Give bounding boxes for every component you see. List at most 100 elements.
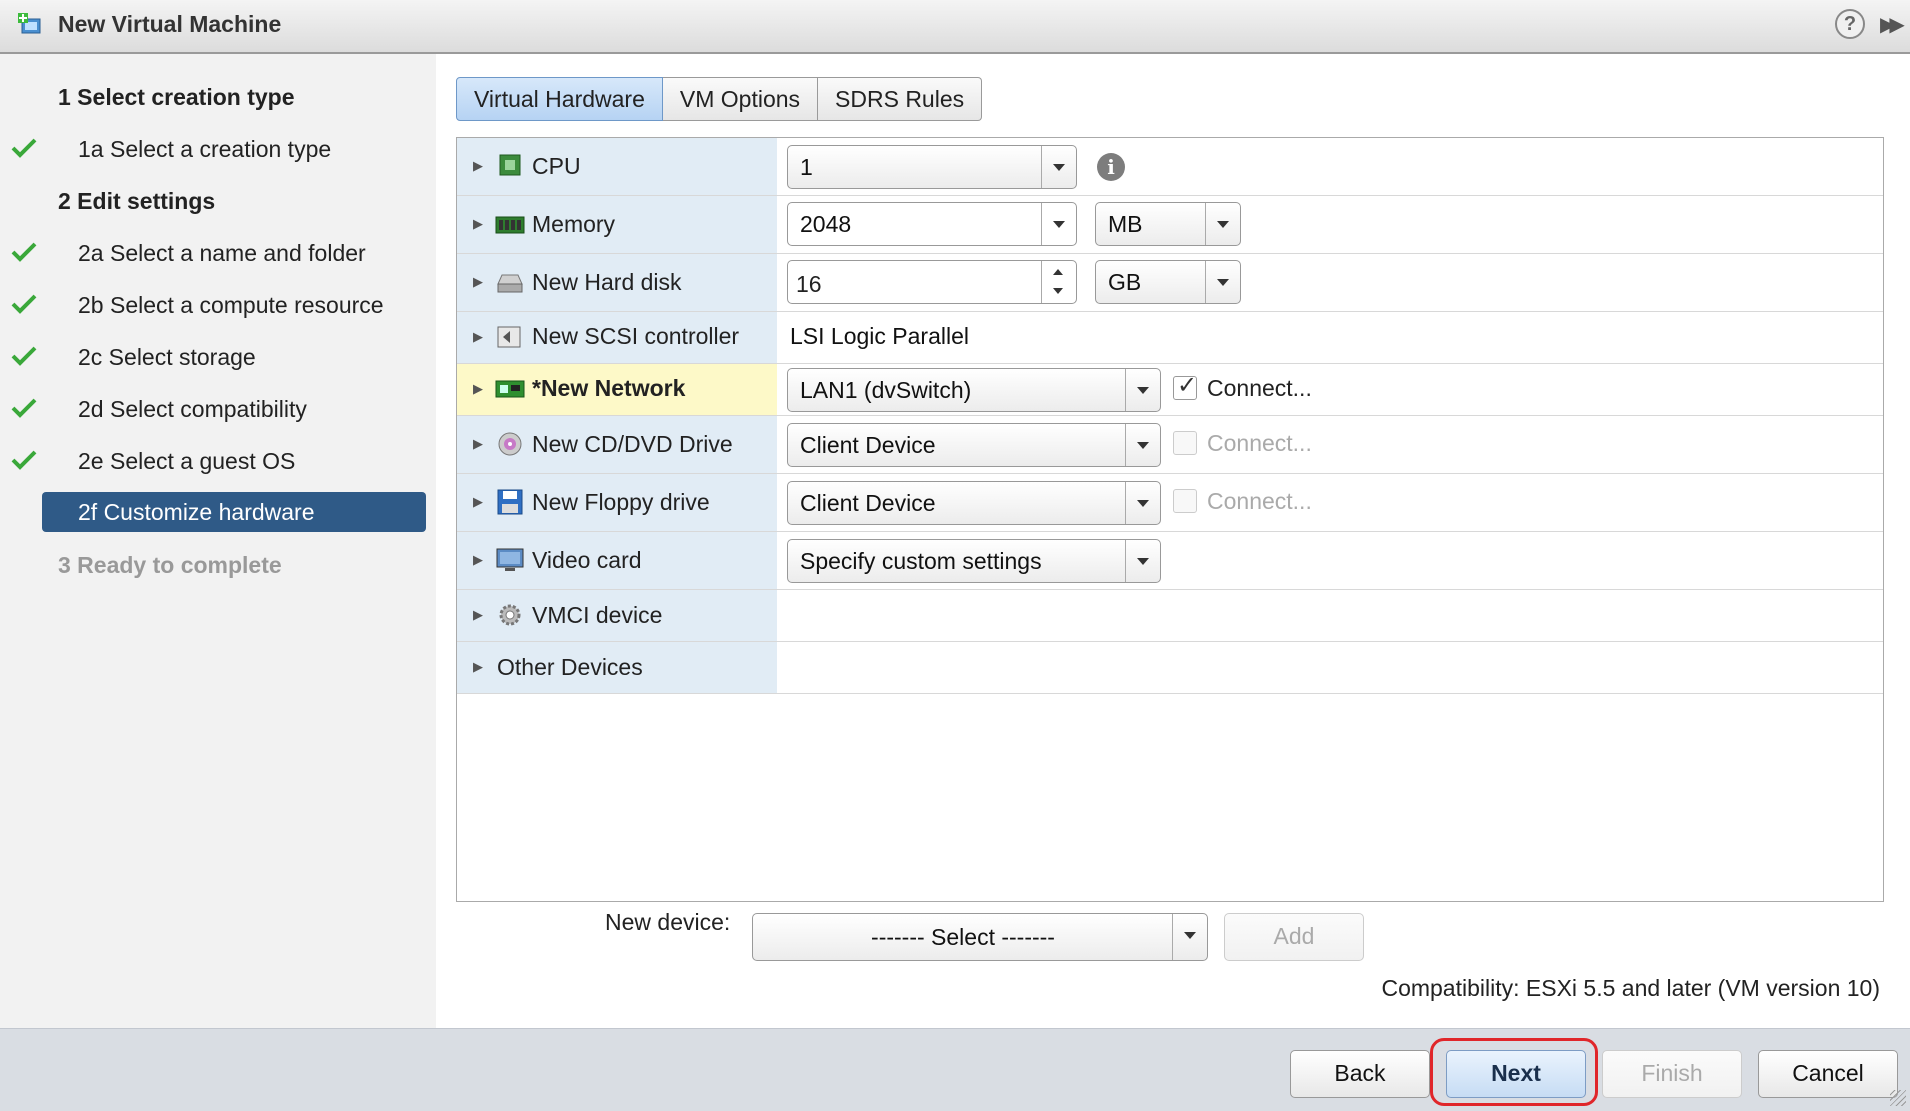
hard-disk-unit-select[interactable]: GB: [1095, 260, 1241, 304]
title-bar: New Virtual Machine ? ▶▶: [0, 0, 1910, 54]
network-connect-label: Connect...: [1207, 375, 1312, 401]
checkmark-icon: ✓: [1177, 372, 1198, 399]
expand-arrow-icon[interactable]: ▶: [473, 552, 483, 568]
chevron-down-icon[interactable]: [1125, 540, 1160, 582]
cancel-button[interactable]: Cancel: [1758, 1050, 1898, 1098]
expand-arrow-icon[interactable]: ▶: [473, 158, 483, 174]
checkmark-icon: [11, 294, 37, 314]
virtual-hardware-grid: ▶ CPU 1 i ▶ Memory 2048 MB ▶ New Hard di…: [456, 137, 1884, 902]
memory-icon: [495, 216, 525, 234]
add-device-button[interactable]: Add: [1224, 913, 1364, 961]
hard-disk-label: New Hard disk: [532, 269, 682, 295]
tab-vm-options[interactable]: VM Options: [662, 77, 819, 121]
chevron-down-icon[interactable]: [1041, 203, 1076, 245]
scsi-controller-type: LSI Logic Parallel: [790, 323, 969, 349]
cd-dvd-connect-checkbox: [1173, 431, 1197, 455]
video-card-select[interactable]: Specify custom settings: [787, 539, 1161, 583]
resize-grip-icon[interactable]: [1890, 1090, 1906, 1106]
next-button-highlight: [1430, 1038, 1598, 1106]
expand-arrow-icon[interactable]: ▶: [473, 216, 483, 232]
hardware-row-video-card: ▶ Video card Specify custom settings: [457, 532, 1883, 590]
chevron-down-icon[interactable]: [1125, 482, 1160, 524]
hardware-row-hard-disk: ▶ New Hard disk 16 GB: [457, 254, 1883, 312]
cd-dvd-label: New CD/DVD Drive: [532, 431, 733, 457]
cd-dvd-value: Client Device: [800, 432, 936, 458]
expand-arrow-icon[interactable]: ▶: [473, 494, 483, 510]
network-select[interactable]: LAN1 (dvSwitch): [787, 368, 1161, 412]
help-icon[interactable]: ?: [1835, 9, 1865, 39]
gear-icon: [499, 604, 521, 626]
finish-button[interactable]: Finish: [1602, 1050, 1742, 1098]
chevron-down-icon[interactable]: [1125, 424, 1160, 466]
cpu-count-select[interactable]: 1: [787, 145, 1077, 189]
chevron-down-icon[interactable]: [1053, 288, 1063, 294]
hardware-row-cd-dvd-drive: ▶ New CD/DVD Drive Client Device Connect…: [457, 416, 1883, 474]
expand-arrow-icon[interactable]: ▶: [473, 274, 483, 290]
wizard-steps-sidebar: 1 Select creation type 1a Select a creat…: [0, 54, 436, 1028]
expand-arrow-icon[interactable]: ▶: [473, 607, 483, 623]
cd-dvd-select[interactable]: Client Device: [787, 423, 1161, 467]
step-2c-select-storage[interactable]: 2c Select storage: [78, 344, 256, 371]
settings-tabs: Virtual Hardware VM Options SDRS Rules: [456, 77, 983, 123]
expand-arrow-icon[interactable]: ▶: [473, 436, 483, 452]
hardware-row-cpu: ▶ CPU 1 i: [457, 138, 1883, 196]
step-3-ready-to-complete: 3 Ready to complete: [58, 552, 282, 578]
back-button[interactable]: Back: [1290, 1050, 1430, 1098]
tab-sdrs-rules[interactable]: SDRS Rules: [818, 77, 983, 121]
network-value: LAN1 (dvSwitch): [800, 377, 972, 403]
memory-unit-value: MB: [1108, 211, 1143, 237]
hardware-row-floppy-drive: ▶ New Floppy drive Client Device Connect…: [457, 474, 1883, 532]
other-devices-label: Other Devices: [497, 654, 643, 680]
virtual-machine-icon: [18, 13, 41, 34]
hardware-row-memory: ▶ Memory 2048 MB: [457, 196, 1883, 254]
expand-arrow-icon[interactable]: ▶: [473, 659, 483, 675]
new-device-label: New device:: [605, 909, 731, 935]
network-adapter-icon: [495, 380, 525, 398]
expand-arrow-icon[interactable]: ▶: [473, 381, 483, 397]
memory-size-value: 2048: [800, 211, 852, 237]
cd-dvd-icon: [498, 432, 522, 456]
network-connect-checkbox[interactable]: ✓: [1173, 372, 1197, 400]
cpu-count-value: 1: [800, 154, 813, 180]
hard-disk-icon: [497, 274, 523, 293]
memory-label: Memory: [532, 211, 616, 237]
info-icon[interactable]: i: [1097, 153, 1125, 181]
compatibility-text: Compatibility: ESXi 5.5 and later (VM ve…: [1381, 975, 1880, 1001]
step-2d-select-compatibility[interactable]: 2d Select compatibility: [78, 396, 307, 423]
new-network-label: *New Network: [532, 375, 686, 401]
memory-unit-select[interactable]: MB: [1095, 202, 1241, 246]
floppy-label: New Floppy drive: [532, 489, 710, 515]
step-2a-select-name-and-folder[interactable]: 2a Select a name and folder: [78, 240, 366, 267]
expand-icon[interactable]: ▶▶: [1880, 12, 1905, 37]
step-2-edit-settings: 2 Edit settings: [58, 188, 216, 214]
floppy-value: Client Device: [800, 490, 936, 516]
tab-virtual-hardware[interactable]: Virtual Hardware: [456, 77, 663, 121]
hard-disk-size-value: 16: [796, 271, 822, 297]
chevron-up-icon[interactable]: [1053, 269, 1063, 275]
floppy-connect-label: Connect...: [1207, 488, 1312, 514]
chevron-down-icon[interactable]: [1041, 146, 1076, 188]
scsi-controller-icon: [497, 326, 521, 348]
new-device-select[interactable]: ------- Select -------: [752, 913, 1208, 961]
hardware-row-vmci-device: ▶ VMCI device: [457, 590, 1883, 642]
memory-size-input[interactable]: 2048: [787, 202, 1077, 246]
hardware-row-new-network: ▶ *New Network LAN1 (dvSwitch) ✓ Connect…: [457, 364, 1883, 416]
checkmark-icon: [11, 450, 37, 470]
hard-disk-unit-value: GB: [1108, 269, 1142, 295]
video-card-value: Specify custom settings: [800, 548, 1042, 574]
hard-disk-size-stepper[interactable]: 16: [787, 260, 1077, 304]
step-2f-customize-hardware[interactable]: 2f Customize hardware: [42, 492, 426, 532]
stepper-buttons[interactable]: [1041, 261, 1076, 303]
expand-arrow-icon[interactable]: ▶: [473, 329, 483, 345]
chevron-down-icon[interactable]: [1172, 914, 1207, 960]
chevron-down-icon[interactable]: [1125, 369, 1160, 411]
chevron-down-icon[interactable]: [1205, 203, 1240, 245]
chevron-down-icon[interactable]: [1205, 261, 1240, 303]
step-2e-select-guest-os[interactable]: 2e Select a guest OS: [78, 448, 295, 475]
monitor-icon: [496, 548, 524, 571]
floppy-connect-checkbox: [1173, 489, 1197, 513]
floppy-select[interactable]: Client Device: [787, 481, 1161, 525]
window-title: New Virtual Machine: [58, 11, 282, 37]
step-1a-select-a-creation-type[interactable]: 1a Select a creation type: [78, 136, 331, 163]
step-2b-select-compute-resource[interactable]: 2b Select a compute resource: [78, 292, 384, 319]
